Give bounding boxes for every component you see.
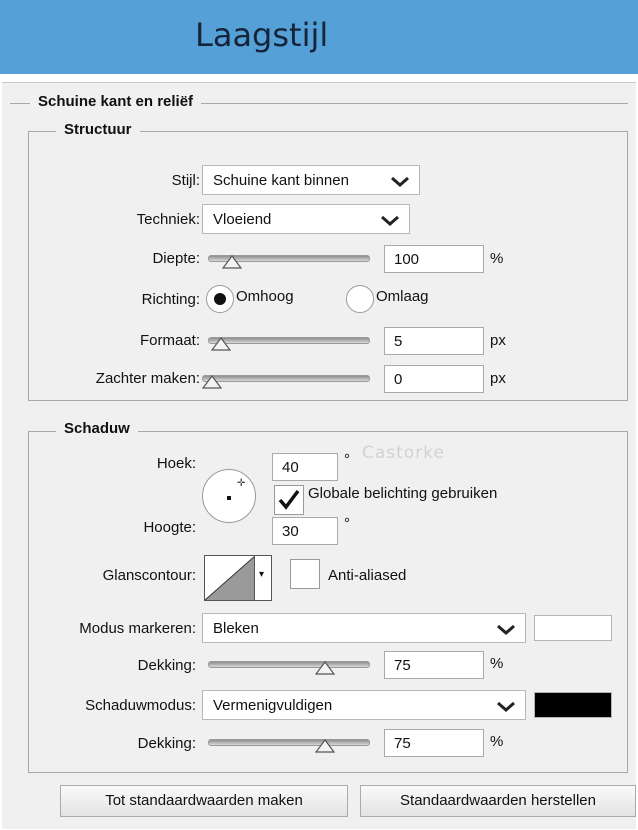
shadow-opacity-unit: % xyxy=(490,733,504,750)
angle-unit: ° xyxy=(344,451,350,468)
chevron-down-icon xyxy=(391,176,409,187)
watermark-text: Castorke xyxy=(362,443,445,463)
angle-dial[interactable]: ✛ xyxy=(202,469,256,523)
size-label: Formaat: xyxy=(139,332,200,349)
slider-thumb[interactable] xyxy=(314,739,335,753)
chevron-down-icon xyxy=(497,701,515,712)
bevel-emboss-panel: Schuine kant en reliëf Structuur Stijl: … xyxy=(2,82,636,829)
contour-preview-icon xyxy=(205,556,255,600)
reset-default-button[interactable]: Standaardwaarden herstellen xyxy=(360,785,636,817)
global-light-checkbox[interactable] xyxy=(274,485,304,515)
slider-thumb[interactable] xyxy=(314,661,335,675)
slider-track xyxy=(202,375,370,382)
shadow-color-swatch[interactable] xyxy=(534,692,612,718)
highlight-opacity-unit: % xyxy=(490,655,504,672)
anti-aliased-checkbox[interactable] xyxy=(290,559,320,589)
direction-down-radio[interactable] xyxy=(346,285,374,313)
depth-input[interactable]: 100 xyxy=(384,245,484,273)
style-select[interactable]: Schuine kant binnen xyxy=(202,165,420,195)
gloss-contour-label: Glanscontour: xyxy=(102,567,196,584)
soften-label: Zachter maken: xyxy=(95,370,200,387)
slider-track xyxy=(208,661,370,668)
shading-title: Schaduw xyxy=(56,420,138,437)
shadow-mode-label: Schaduwmodus: xyxy=(85,697,196,714)
chevron-down-icon xyxy=(497,624,515,635)
radio-selected-dot xyxy=(214,293,226,305)
size-input[interactable]: 5 xyxy=(384,327,484,355)
highlight-mode-label: Modus markeren: xyxy=(79,620,196,637)
technique-label: Techniek: xyxy=(136,211,200,228)
global-light-label[interactable]: Globale belichting gebruiken xyxy=(308,485,497,502)
direction-up-radio[interactable] xyxy=(206,285,234,313)
contour-dropdown-arrow[interactable]: ▾ xyxy=(254,556,271,600)
angle-input[interactable]: 40 xyxy=(272,453,338,481)
chevron-down-icon xyxy=(381,215,399,226)
direction-up-label[interactable]: Omhoog xyxy=(236,288,294,305)
highlight-mode-select[interactable]: Bleken xyxy=(202,613,526,643)
angle-label: Hoek: xyxy=(156,455,196,472)
soften-input[interactable]: 0 xyxy=(384,365,484,393)
altitude-unit: ° xyxy=(344,515,350,532)
gloss-contour-picker[interactable]: ▾ xyxy=(204,555,272,601)
style-value: Schuine kant binnen xyxy=(213,172,349,189)
window-title: Laagstijl xyxy=(195,16,329,54)
altitude-input[interactable]: 30 xyxy=(272,517,338,545)
altitude-label: Hoogte: xyxy=(143,519,196,536)
slider-thumb[interactable] xyxy=(210,337,231,351)
highlight-opacity-input[interactable]: 75 xyxy=(384,651,484,679)
depth-unit: % xyxy=(490,250,504,267)
shadow-mode-value: Vermenigvuldigen xyxy=(213,697,333,714)
highlight-opacity-slider[interactable] xyxy=(208,655,370,675)
checkmark-icon xyxy=(278,489,300,510)
highlight-color-swatch[interactable] xyxy=(534,615,612,641)
shadow-opacity-label: Dekking: xyxy=(137,735,196,752)
highlight-opacity-label: Dekking: xyxy=(137,657,196,674)
soften-slider[interactable] xyxy=(202,369,370,389)
direction-down-label[interactable]: Omlaag xyxy=(376,288,429,305)
make-default-button[interactable]: Tot standaardwaarden maken xyxy=(60,785,348,817)
chevron-down-icon: ▾ xyxy=(259,569,265,580)
size-unit: px xyxy=(490,332,506,349)
slider-track xyxy=(208,739,370,746)
shadow-opacity-input[interactable]: 75 xyxy=(384,729,484,757)
slider-track xyxy=(208,337,370,344)
section-title-bevel: Schuine kant en reliëf xyxy=(30,93,202,110)
depth-label: Diepte: xyxy=(152,250,200,267)
dial-center xyxy=(227,496,231,500)
direction-label: Richting: xyxy=(141,291,200,308)
size-slider[interactable] xyxy=(208,331,370,351)
depth-slider[interactable] xyxy=(208,249,370,269)
shadow-mode-select[interactable]: Vermenigvuldigen xyxy=(202,690,526,720)
anti-aliased-label[interactable]: Anti-aliased xyxy=(328,567,406,584)
technique-value: Vloeiend xyxy=(213,211,272,228)
highlight-mode-value: Bleken xyxy=(213,620,259,637)
style-label: Stijl: xyxy=(171,172,200,189)
slider-thumb[interactable] xyxy=(222,255,243,269)
slider-thumb[interactable] xyxy=(202,375,222,389)
crosshair-icon: ✛ xyxy=(237,478,246,489)
shading-group xyxy=(28,431,628,773)
soften-unit: px xyxy=(490,370,506,387)
technique-select[interactable]: Vloeiend xyxy=(202,204,410,234)
shadow-opacity-slider[interactable] xyxy=(208,733,370,753)
structure-title: Structuur xyxy=(56,121,140,138)
title-bar: Laagstijl xyxy=(0,0,638,74)
